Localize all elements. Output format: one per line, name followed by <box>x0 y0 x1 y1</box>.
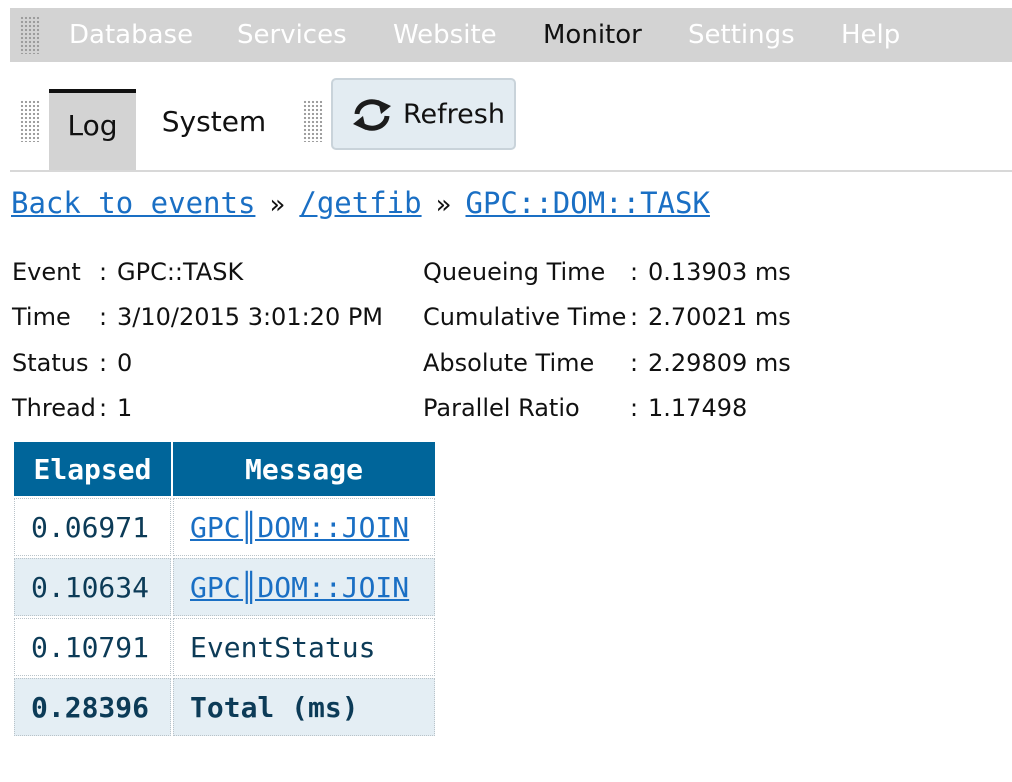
breadcrumb-separator: » <box>269 190 286 220</box>
detail-colon: : <box>99 394 108 422</box>
detail-label: Status <box>12 349 89 377</box>
refresh-label: Refresh <box>403 99 505 130</box>
message-link[interactable]: GPC║DOM::JOIN <box>190 511 409 544</box>
column-header-message[interactable]: Message <box>173 442 435 496</box>
detail-colon: : <box>630 394 639 422</box>
table-total-row: 0.28396 Total (ms) <box>14 678 435 736</box>
detail-value: 0.13903 ms <box>648 258 791 286</box>
detail-colon: : <box>99 258 108 286</box>
elapsed-cell: 0.10634 <box>14 558 171 616</box>
tab-system[interactable]: System <box>150 89 278 169</box>
menu-item-monitor[interactable]: Monitor <box>543 8 642 62</box>
detail-label: Thread <box>12 394 96 422</box>
main-menu-bar: Database Services Website Monitor Settin… <box>10 8 1012 62</box>
toolbar-grip-handle[interactable] <box>303 100 323 142</box>
breadcrumb-separator: » <box>435 190 452 220</box>
detail-colon: : <box>630 349 639 377</box>
menu-grip-handle[interactable] <box>20 16 40 54</box>
breadcrumb-path-link[interactable]: /getfib <box>299 186 421 220</box>
detail-label: Parallel Ratio <box>423 394 580 422</box>
menu-item-services[interactable]: Services <box>237 8 347 62</box>
back-to-events-link[interactable]: Back to events <box>11 186 255 220</box>
breadcrumb-current-link[interactable]: GPC::DOM::TASK <box>466 186 710 220</box>
menu-item-help[interactable]: Help <box>841 8 900 62</box>
detail-label: Queueing Time <box>423 258 606 286</box>
total-label-cell: Total (ms) <box>173 678 435 736</box>
detail-label: Cumulative Time <box>423 303 627 331</box>
table-header-row: Elapsed Message <box>14 442 435 496</box>
menu-item-website[interactable]: Website <box>393 8 497 62</box>
detail-value: 2.29809 ms <box>648 349 791 377</box>
events-table: Elapsed Message 0.06971 GPC║DOM::JOIN 0.… <box>12 440 437 738</box>
breadcrumb: Back to events » /getfib » GPC::DOM::TASK <box>11 186 710 220</box>
toolbar-grip-handle[interactable] <box>20 100 40 142</box>
elapsed-cell: 0.10791 <box>14 618 171 676</box>
detail-colon: : <box>630 303 639 331</box>
toolbar-divider <box>10 170 1012 172</box>
menu-item-database[interactable]: Database <box>69 8 193 62</box>
detail-label: Absolute Time <box>423 349 595 377</box>
detail-value: 2.70021 ms <box>648 303 791 331</box>
column-header-elapsed[interactable]: Elapsed <box>14 442 171 496</box>
table-row: 0.10634 GPC║DOM::JOIN <box>14 558 435 616</box>
detail-value: GPC::TASK <box>117 258 244 286</box>
detail-label: Event <box>12 258 81 286</box>
message-link[interactable]: GPC║DOM::JOIN <box>190 571 409 604</box>
refresh-icon <box>353 99 391 131</box>
detail-value: 0 <box>117 349 133 377</box>
message-cell: GPC║DOM::JOIN <box>173 498 435 556</box>
refresh-button[interactable]: Refresh <box>331 78 516 150</box>
detail-colon: : <box>99 303 108 331</box>
total-elapsed-cell: 0.28396 <box>14 678 171 736</box>
table-row: 0.06971 GPC║DOM::JOIN <box>14 498 435 556</box>
elapsed-cell: 0.06971 <box>14 498 171 556</box>
detail-colon: : <box>630 258 639 286</box>
tab-log[interactable]: Log <box>49 89 136 170</box>
table-row: 0.10791 EventStatus <box>14 618 435 676</box>
menu-item-settings[interactable]: Settings <box>688 8 795 62</box>
detail-colon: : <box>99 349 108 377</box>
detail-label: Time <box>12 303 71 331</box>
detail-value: 1 <box>117 394 133 422</box>
detail-value: 1.17498 <box>648 394 748 422</box>
detail-value: 3/10/2015 3:01:20 PM <box>117 303 384 331</box>
message-cell: GPC║DOM::JOIN <box>173 558 435 616</box>
message-cell: EventStatus <box>173 618 435 676</box>
